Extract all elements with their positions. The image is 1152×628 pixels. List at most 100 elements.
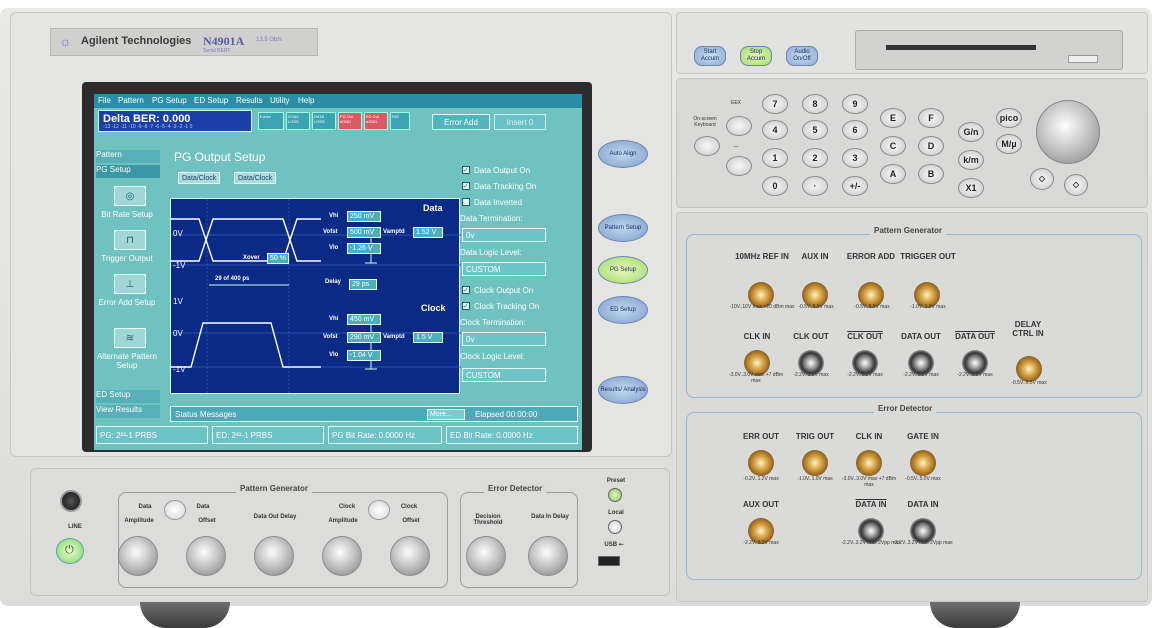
menu-file[interactable]: File (98, 96, 111, 105)
data-vhi-field[interactable]: 250 mV (347, 211, 381, 222)
data-vamptd-field[interactable]: 1.52 V (413, 227, 443, 238)
clock-vofst-field[interactable]: 290 mV (347, 332, 381, 343)
pattern-setup-button[interactable]: Pattern Setup (598, 214, 648, 242)
tab-data-clock-2[interactable]: Data/Clock (234, 172, 277, 184)
key-8[interactable]: 8 (802, 94, 828, 114)
key-d[interactable]: D (918, 136, 944, 156)
pg-data-out-delay-knob[interactable] (254, 536, 294, 576)
error-add-button[interactable]: Error Add (432, 114, 490, 130)
auto-align-button[interactable]: Auto Align (598, 140, 648, 168)
key-5[interactable]: 5 (802, 120, 828, 140)
key-2[interactable]: 2 (802, 148, 828, 168)
clock-logic-select[interactable]: CUSTOM (462, 368, 546, 382)
clock-vhi-field[interactable]: 450 mV (347, 314, 381, 325)
error-add-setup-icon[interactable]: ⊥ (114, 274, 146, 294)
xover-field[interactable]: 50 % (267, 253, 289, 264)
menu-pattern[interactable]: Pattern (118, 96, 144, 105)
power-button[interactable]: ⏻ (56, 538, 84, 564)
menu-ed-setup[interactable]: ED Setup (194, 96, 228, 105)
data-vlo-field[interactable]: -1.26 V (347, 243, 381, 254)
more-button[interactable]: More... (427, 409, 465, 420)
clock-tracking-checkbox[interactable]: ✓ (462, 302, 470, 310)
trigger-output-icon[interactable]: ⊓ (114, 230, 146, 250)
pg-data-offset-knob[interactable] (186, 536, 226, 576)
eex-button[interactable] (726, 116, 752, 136)
floppy-drive[interactable] (855, 30, 1123, 70)
key-g-n[interactable]: G/n (958, 122, 984, 142)
sidebar-alternate-pattern-setup[interactable]: Alternate Pattern Setup (94, 352, 160, 370)
data-delay-field[interactable]: 29 ps (349, 279, 377, 290)
clock-toggle-button[interactable] (368, 500, 390, 520)
ed-data-in-delay-knob[interactable] (528, 536, 568, 576)
key-4[interactable]: 4 (762, 120, 788, 140)
key-0[interactable]: 0 (762, 176, 788, 196)
data-inverted-checkbox[interactable] (462, 198, 470, 206)
results-analysis-button[interactable]: Results/ Analysis (598, 376, 648, 404)
data-termination-select[interactable]: 0v (462, 228, 546, 242)
sidebar-bit-rate-setup[interactable]: Bit Rate Setup (94, 210, 160, 219)
onscreen-keyboard-button[interactable] (694, 136, 720, 156)
knob-left-arrow-icon[interactable]: ◇ (1030, 168, 1054, 190)
audio-onoff-button[interactable]: Audio On/Off (786, 46, 818, 66)
menu-pg-setup[interactable]: PG Setup (152, 96, 187, 105)
key-k-m[interactable]: k/m (958, 150, 984, 170)
key-m-micro[interactable]: M/µ (996, 134, 1022, 154)
key-f[interactable]: F (918, 108, 944, 128)
ed-trig-out-connector[interactable] (802, 450, 828, 476)
ed-setup-button[interactable]: ED Setup (598, 296, 648, 324)
pg-clock-amplitude-knob[interactable] (322, 536, 362, 576)
sidebar-pg-setup[interactable]: PG Setup (96, 165, 160, 178)
key-e[interactable]: E (880, 108, 906, 128)
ed-clk-in-connector[interactable] (856, 450, 882, 476)
key-decimal[interactable]: · (802, 176, 828, 196)
minus-button[interactable] (726, 156, 752, 176)
ed-err-out-connector[interactable] (748, 450, 774, 476)
usb-port[interactable] (598, 556, 620, 566)
key-6[interactable]: 6 (842, 120, 868, 140)
key-b[interactable]: B (918, 164, 944, 184)
data-output-checkbox[interactable]: ✓ (462, 166, 470, 174)
pg-delay-ctrl-in-connector[interactable] (1016, 356, 1042, 382)
key-x1[interactable]: X1 (958, 178, 984, 198)
clock-termination-select[interactable]: 0v (462, 332, 546, 346)
ed-gate-in-connector[interactable] (910, 450, 936, 476)
key-pico[interactable]: pico (996, 108, 1022, 128)
sidebar-trigger-output[interactable]: Trigger Output (94, 254, 160, 263)
sidebar-view-results[interactable]: View Results (96, 405, 160, 418)
preset-button[interactable] (608, 488, 622, 502)
key-7[interactable]: 7 (762, 94, 788, 114)
data-toggle-button[interactable] (164, 500, 186, 520)
clock-output-checkbox[interactable]: ✓ (462, 286, 470, 294)
key-a[interactable]: A (880, 164, 906, 184)
data-tracking-checkbox[interactable]: ✓ (462, 182, 470, 190)
key-plus-minus[interactable]: +/- (842, 176, 868, 196)
sidebar-error-add-setup[interactable]: Error Add Setup (94, 298, 160, 307)
key-1[interactable]: 1 (762, 148, 788, 168)
pg-clock-offset-knob[interactable] (390, 536, 430, 576)
start-accum-button[interactable]: Start Accum (694, 46, 726, 66)
alternate-pattern-icon[interactable]: ≋ (114, 328, 146, 348)
tab-data-clock-1[interactable]: Data/Clock (178, 172, 221, 184)
menu-help[interactable]: Help (298, 96, 314, 105)
sidebar-pattern[interactable]: Pattern (96, 150, 160, 163)
data-vofst-field[interactable]: 500 mV (347, 227, 381, 238)
sidebar-ed-setup[interactable]: ED Setup (96, 390, 160, 403)
menu-results[interactable]: Results (236, 96, 263, 105)
ed-decision-threshold-knob[interactable] (466, 536, 506, 576)
floppy-eject-button[interactable] (1068, 55, 1098, 63)
stop-accum-button[interactable]: Stop Accum (740, 46, 772, 66)
local-button[interactable] (608, 520, 622, 534)
key-9[interactable]: 9 (842, 94, 868, 114)
pg-data-amplitude-knob[interactable] (118, 536, 158, 576)
insert-button[interactable]: Insert 0 (494, 114, 546, 130)
key-c[interactable]: C (880, 136, 906, 156)
key-3[interactable]: 3 (842, 148, 868, 168)
menu-utility[interactable]: Utility (270, 96, 290, 105)
bit-rate-icon[interactable]: ◎ (114, 186, 146, 206)
rotary-knob[interactable] (1036, 100, 1100, 164)
data-logic-select[interactable]: CUSTOM (462, 262, 546, 276)
clock-vamptd-field[interactable]: 1.5 V (413, 332, 443, 343)
pg-setup-button[interactable]: PG Setup (598, 256, 648, 284)
clock-vlo-field[interactable]: -1.04 V (347, 350, 381, 361)
knob-right-arrow-icon[interactable]: ◇ (1064, 174, 1088, 196)
